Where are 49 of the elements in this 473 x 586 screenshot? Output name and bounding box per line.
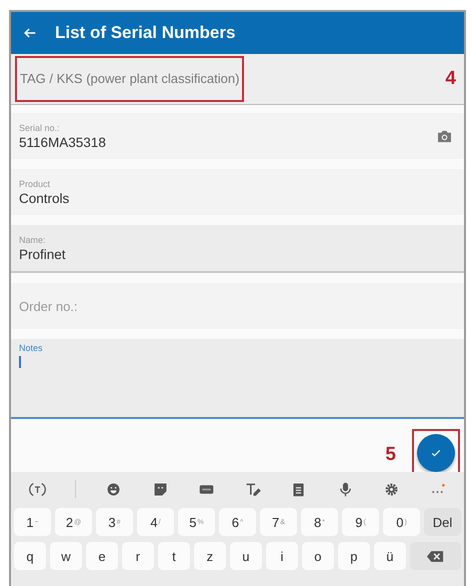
callout-number: 5	[385, 444, 396, 466]
field-label: Name:	[19, 234, 47, 244]
form-field[interactable]: Serial no.: 5116MA35318	[11, 113, 464, 159]
keyboard-key[interactable]: i	[266, 542, 298, 570]
back-arrow-icon[interactable]	[23, 26, 37, 40]
checkmark-icon	[430, 447, 442, 459]
keyboard-key[interactable]: w	[50, 542, 82, 570]
keyboard-key[interactable]: 7$^{&}$	[260, 508, 297, 536]
keyboard-key[interactable]: ü	[374, 542, 406, 570]
field-placeholder: TAG / KKS (power plant classification)	[20, 71, 240, 86]
form-field[interactable]: TAG / KKS (power plant classification) 4	[11, 54, 464, 105]
keyboard-key[interactable]: 0$^{)}$	[383, 508, 420, 536]
keyboard-key[interactable]: q	[14, 542, 46, 570]
backspace-icon	[426, 550, 444, 562]
delete-key[interactable]: Del	[424, 508, 461, 536]
field-label: Notes	[19, 343, 44, 353]
text-style-icon[interactable]	[244, 480, 262, 498]
keyboard-key[interactable]: p	[338, 542, 370, 570]
field-value: Controls	[19, 190, 70, 206]
keyboard-key[interactable]: 6$^{^}$	[219, 508, 256, 536]
keyboard-key[interactable]: z	[194, 542, 226, 570]
keyboard-key[interactable]: 9$^{(}$	[342, 508, 379, 536]
field-value: Profinet	[19, 246, 67, 262]
field-value: 5116MA35318	[19, 134, 107, 150]
keyboard-key[interactable]: e	[86, 542, 118, 570]
field-label: Product	[19, 178, 52, 188]
keyboard-key[interactable]: 1$^{~}$	[14, 508, 51, 536]
text-cursor	[19, 356, 20, 368]
backspace-key[interactable]	[410, 542, 461, 570]
keyboard-key[interactable]: t	[158, 542, 190, 570]
keyboard-key[interactable]: 4$^{/}$	[137, 508, 174, 536]
keyboard-key[interactable]: o	[302, 542, 334, 570]
settings-icon[interactable]	[383, 480, 400, 498]
field-label: Serial no.:	[19, 122, 61, 132]
screen-title: List of Serial Numbers	[55, 23, 236, 43]
callout-number: 4	[445, 68, 456, 90]
field-placeholder: Order no.:	[19, 298, 79, 314]
keyboard-key[interactable]: 8$^{*}$	[301, 508, 338, 536]
form-field[interactable]: Name: Profinet	[11, 225, 464, 273]
keyboard-key[interactable]: 5$^{%}$	[178, 508, 215, 536]
form-field[interactable]: Product Controls	[11, 169, 464, 215]
keyboard-key[interactable]: 3$^{#}$	[96, 508, 133, 536]
keyboard-key[interactable]: r	[122, 542, 154, 570]
keyboard-key[interactable]: u	[230, 542, 262, 570]
camera-icon[interactable]	[437, 130, 452, 142]
keyboard-key[interactable]: 2$^{@}$	[55, 508, 92, 536]
emoji-icon[interactable]	[105, 480, 122, 498]
sticker-icon[interactable]	[152, 480, 169, 498]
translate-icon[interactable]	[28, 480, 46, 498]
